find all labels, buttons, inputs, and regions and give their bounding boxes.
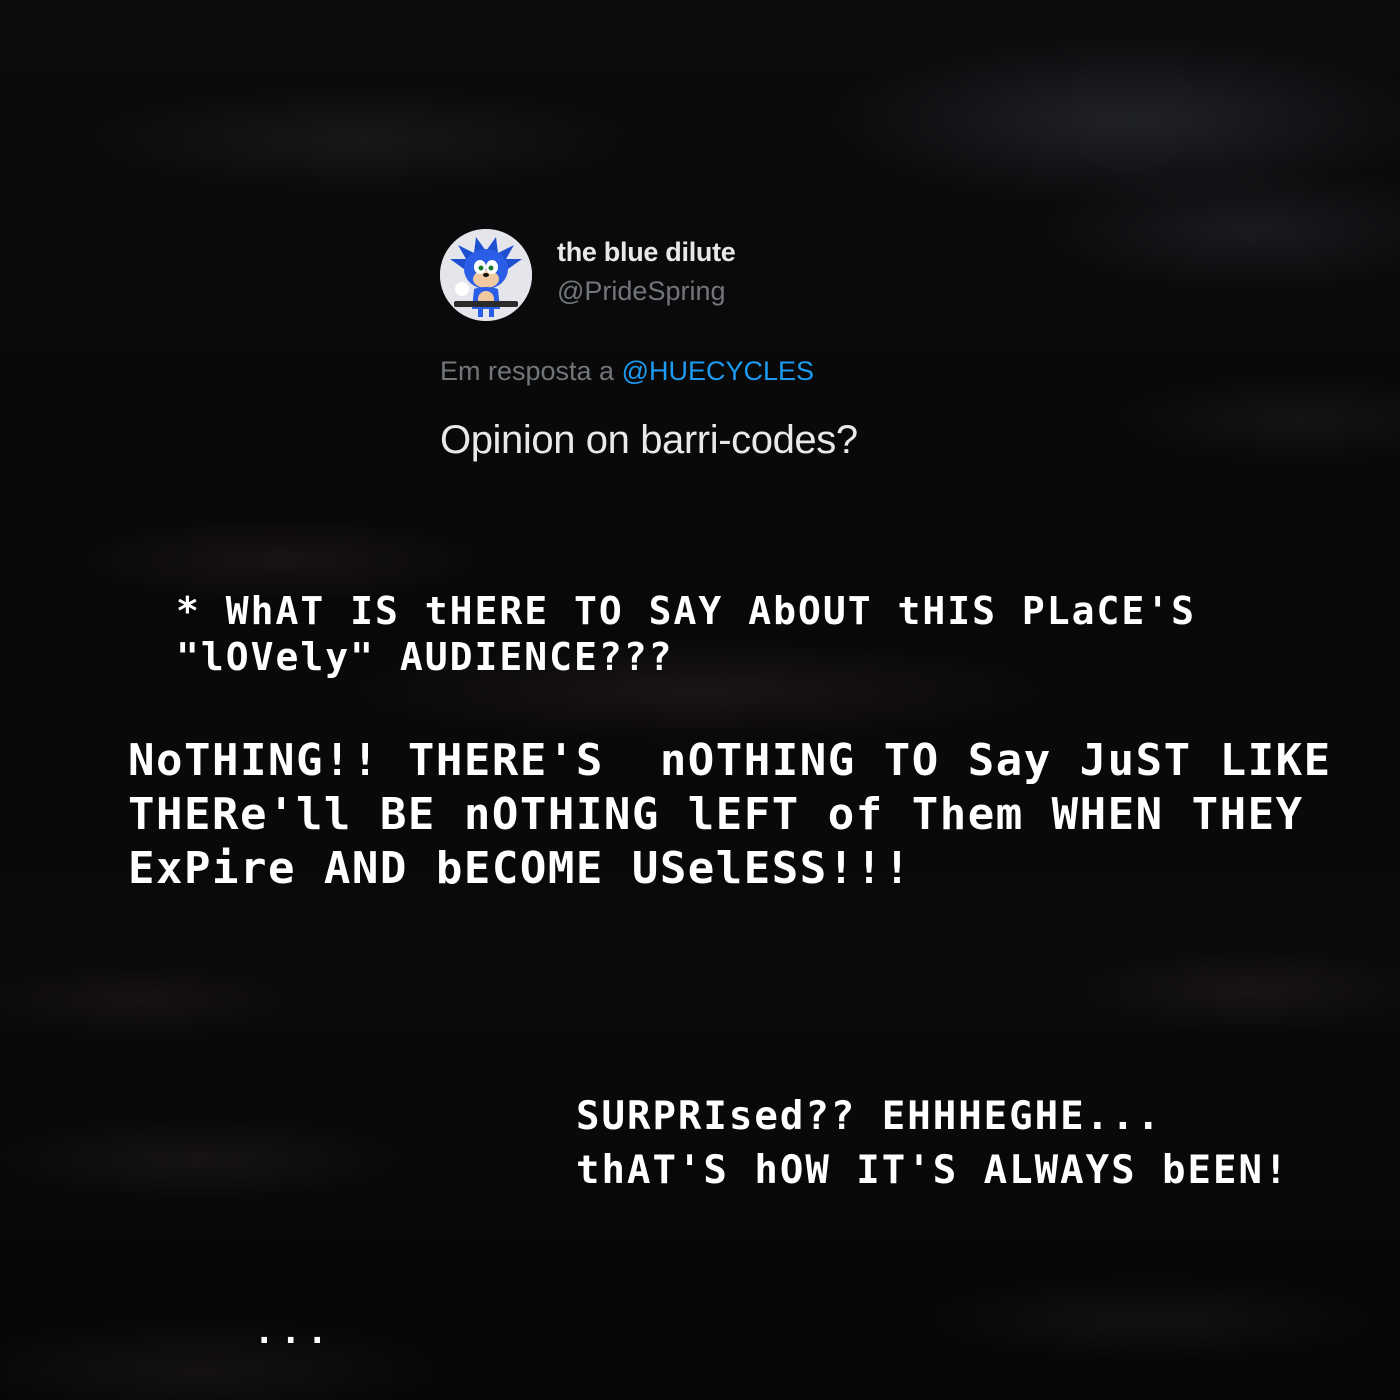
dialogue-ellipsis: ...: [254, 1312, 334, 1352]
user-handle[interactable]: @PrideSpring: [557, 276, 726, 307]
sonic-avatar-icon: [440, 229, 532, 321]
reply-prefix: Em resposta a: [440, 356, 615, 386]
tweet-text: Opinion on barri-codes?: [440, 418, 858, 462]
reply-mention-link[interactable]: @HUECYCLES: [622, 356, 814, 386]
reply-context: Em resposta a @HUECYCLES: [440, 356, 814, 387]
dialogue-line-2: NoTHING!! THERE'S nOTHING TO Say JuST LI…: [128, 735, 1332, 894]
display-name[interactable]: the blue dilute: [557, 237, 736, 268]
dialogue-line-3: SURPRIsed?? EHHHEGHE... thAT'S hOW IT'S …: [576, 1094, 1290, 1193]
background-scene: the blue dilute @PrideSpring Em resposta…: [0, 0, 1400, 1400]
avatar[interactable]: [440, 229, 532, 321]
dialogue-line-1: * WhAT IS tHERE TO SAY AbOUT tHIS PLaCE'…: [176, 589, 1196, 679]
